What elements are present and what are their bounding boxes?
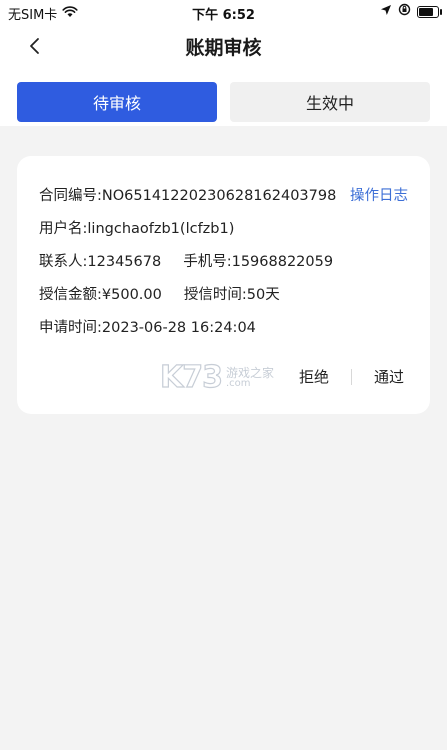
tab-pending-review[interactable]: 待审核 — [17, 82, 217, 122]
credit-amount-value: ¥500.00 — [101, 287, 162, 303]
tab-bar: 待审核 生效中 — [17, 82, 430, 122]
operation-log-link[interactable]: 操作日志 — [350, 184, 408, 205]
contract-row: 合同编号:NO65141220230628162403798 — [39, 184, 336, 205]
credit-time-label: 授信时间: — [183, 287, 247, 303]
apply-time-label: 申请时间: — [39, 320, 102, 336]
approve-button[interactable]: 通过 — [368, 366, 410, 387]
action-divider — [350, 368, 352, 385]
battery-icon — [417, 5, 442, 18]
orientation-lock-icon — [398, 3, 411, 20]
battery-level — [419, 7, 433, 16]
tab-in-effect[interactable]: 生效中 — [230, 82, 430, 122]
apply-time-row: 申请时间:2023-06-28 16:24:04 — [39, 316, 256, 337]
contact-value: 12345678 — [87, 254, 162, 270]
username-row: 用户名:lingchaofzb1(lcfzb1) — [39, 217, 234, 238]
location-arrow-icon — [380, 4, 392, 20]
page-title: 账期审核 — [185, 37, 262, 59]
review-card: 合同编号:NO65141220230628162403798 操作日志 用户名:… — [17, 156, 430, 414]
contract-label: 合同编号: — [39, 188, 102, 204]
apply-time-value: 2023-06-28 16:24:04 — [101, 320, 256, 336]
credit-row: 授信金额:¥500.00 授信时间:50天 — [39, 283, 280, 304]
username-value: lingchaofzb1(lcfzb1) — [87, 221, 235, 237]
card-actions: 拒绝 通过 — [293, 366, 410, 387]
contract-number-last: 8 — [327, 188, 337, 204]
nav-bar: 账期审核 — [0, 28, 447, 64]
phone-value: 15968822059 — [231, 254, 334, 270]
credit-amount-label: 授信金额: — [39, 287, 102, 303]
contact-row: 联系人:12345678 手机号:15968822059 — [39, 250, 333, 271]
contact-label: 联系人: — [39, 254, 88, 270]
reject-button[interactable]: 拒绝 — [293, 366, 335, 387]
username-label: 用户名: — [39, 221, 88, 237]
contract-number: NO6514122023062816240379 — [101, 188, 328, 204]
credit-time-value: 50天 — [246, 287, 280, 303]
phone-label: 手机号: — [183, 254, 232, 270]
status-right — [380, 3, 442, 20]
status-bar: 无SIM卡 下午 6:52 — [0, 0, 447, 24]
